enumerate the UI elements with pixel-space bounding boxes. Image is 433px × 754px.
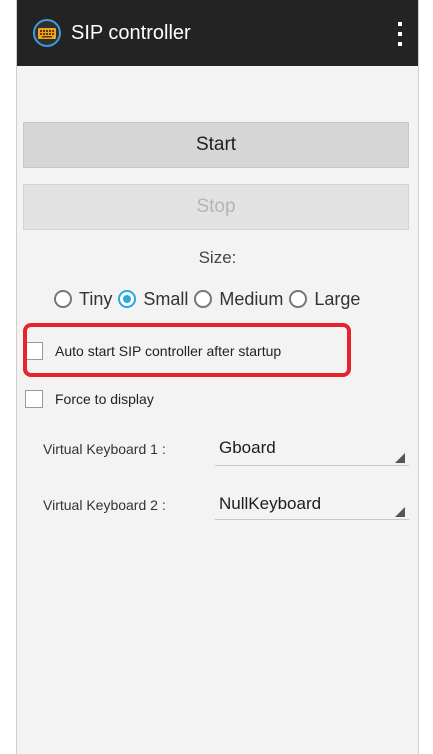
radio-medium[interactable]: Medium	[194, 289, 283, 310]
radio-button-checked-icon[interactable]	[118, 290, 137, 308]
keyboard-1-select[interactable]: Gboard	[219, 438, 276, 458]
keyboard-1-underline	[215, 465, 409, 466]
radio-small[interactable]: Small	[118, 289, 188, 310]
app-bar: SIP controller	[17, 0, 418, 66]
keyboard-2-underline	[215, 519, 409, 520]
keyboard-2-select[interactable]: NullKeyboard	[219, 494, 321, 514]
force-display-option[interactable]: Force to display	[25, 390, 154, 408]
app-title: SIP controller	[71, 22, 191, 44]
force-display-checkbox[interactable]	[25, 390, 43, 408]
radio-large[interactable]: Large	[289, 289, 360, 310]
radio-label-medium: Medium	[219, 288, 284, 309]
size-radio-group: Tiny Small Medium Large	[54, 286, 366, 312]
radio-button-icon[interactable]	[194, 290, 213, 308]
keyboard-1-label: Virtual Keyboard 1 :	[43, 441, 166, 457]
radio-button-icon[interactable]	[54, 290, 72, 308]
force-display-label: Force to display	[55, 391, 154, 407]
radio-tiny[interactable]: Tiny	[54, 289, 112, 310]
phone-screen: SIP controller Start Stop Size: Tiny Sma…	[16, 0, 419, 754]
keyboard-icon	[33, 19, 61, 47]
start-button[interactable]: Start	[23, 122, 409, 168]
dropdown-arrow-icon[interactable]	[395, 453, 405, 463]
radio-label-small: Small	[143, 288, 189, 309]
overflow-menu-icon[interactable]	[396, 22, 404, 46]
radio-button-icon[interactable]	[289, 290, 308, 308]
keyboard-2-label: Virtual Keyboard 2 :	[43, 497, 166, 513]
highlight-box	[23, 323, 351, 377]
stop-button[interactable]: Stop	[23, 184, 409, 230]
radio-label-tiny: Tiny	[79, 288, 113, 309]
radio-label-large: Large	[314, 288, 361, 309]
size-label: Size:	[198, 248, 237, 267]
dropdown-arrow-icon[interactable]	[395, 507, 405, 517]
